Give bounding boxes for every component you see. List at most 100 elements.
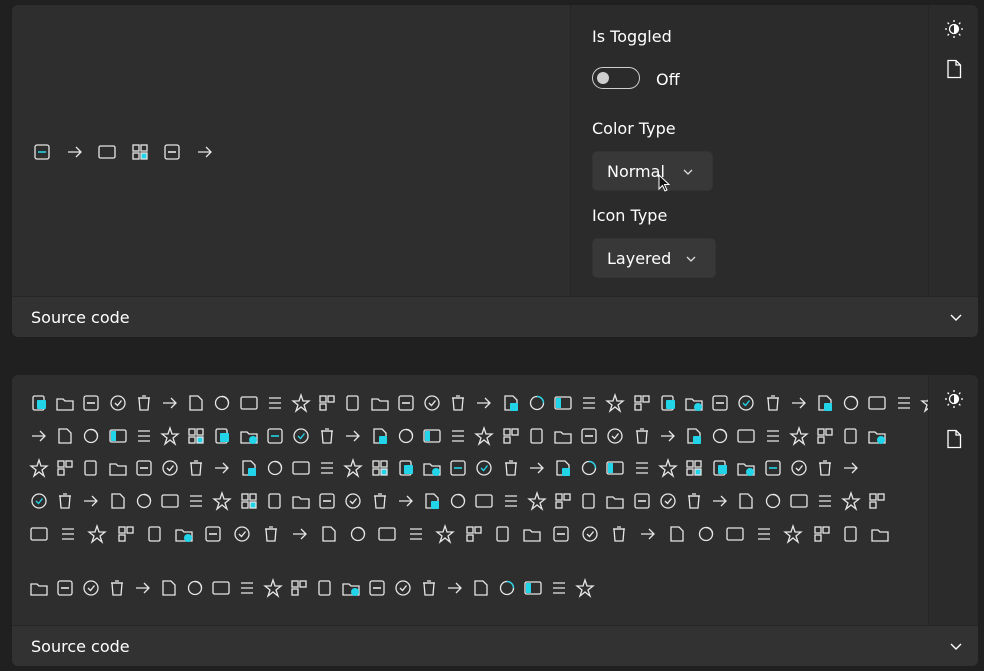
fill-top-icon xyxy=(549,578,569,598)
source-code-expander[interactable]: Source code xyxy=(12,625,978,666)
folder-add-icon xyxy=(396,458,416,478)
icon-type-value: Layered xyxy=(607,249,672,268)
target-icon xyxy=(815,426,835,446)
plus-circle-icon xyxy=(291,458,311,478)
example-preview xyxy=(12,5,570,297)
mouse-cursor-icon xyxy=(658,174,670,192)
source-code-label: Source code xyxy=(31,637,130,656)
window-blank-icon xyxy=(317,491,337,511)
commit-icon xyxy=(788,426,809,446)
pictures-icon xyxy=(667,524,687,544)
example-card-2: Source code xyxy=(11,374,979,667)
filter-icon xyxy=(160,458,180,478)
card-toolbar xyxy=(928,375,978,626)
language-icon xyxy=(579,491,599,511)
arrow-right-icon xyxy=(265,393,285,413)
folder-move-icon xyxy=(55,393,75,413)
block-icon xyxy=(393,578,413,598)
pin-icon xyxy=(894,393,914,413)
arrow-left-icon xyxy=(317,393,337,413)
check-circle-icon xyxy=(160,393,180,413)
window-share-icon xyxy=(579,458,599,478)
paint-bucket-icon xyxy=(370,491,390,511)
view-source-button[interactable] xyxy=(942,57,966,81)
chevron-down-icon xyxy=(686,256,696,262)
image-frame-icon xyxy=(696,524,716,544)
caret-box-icon xyxy=(211,578,231,598)
columns-icon xyxy=(29,578,49,598)
hatched-icon xyxy=(684,491,704,511)
color-type-label: Color Type xyxy=(592,119,676,138)
github-icon xyxy=(522,524,542,544)
bin-restore-icon xyxy=(658,393,678,413)
book-open-icon xyxy=(435,524,455,544)
brush-icon xyxy=(396,491,416,511)
toggle-label: Is Toggled xyxy=(592,27,672,46)
terminal-arrow-icon xyxy=(501,458,521,478)
signature-icon xyxy=(81,491,101,511)
color-type-combobox[interactable]: Normal xyxy=(592,151,713,191)
folder-icon xyxy=(81,393,101,413)
terminal-icon xyxy=(448,458,468,478)
share-icon xyxy=(195,142,215,162)
picture-frame-icon xyxy=(638,524,658,544)
toggle-state-text: Off xyxy=(656,70,680,89)
refresh-small-icon xyxy=(448,393,468,413)
file-add-icon xyxy=(317,458,337,478)
view-source-button[interactable] xyxy=(942,427,966,451)
panel-close-icon xyxy=(763,458,783,478)
slash-box-icon xyxy=(501,491,521,511)
icon-type-combobox[interactable]: Layered xyxy=(592,238,716,278)
book-edit-icon xyxy=(448,491,468,511)
folder-sync-icon xyxy=(370,426,390,446)
open-with-icon xyxy=(29,393,49,413)
boxes-icon xyxy=(609,524,629,544)
network-icon xyxy=(203,524,223,544)
link-icon xyxy=(239,426,259,446)
pin-off-icon xyxy=(684,426,704,446)
fill-left-icon xyxy=(497,578,517,598)
rename-icon xyxy=(605,393,626,413)
sync-cyan-icon xyxy=(341,578,361,598)
panel-dual-icon xyxy=(710,458,730,478)
star-add-icon xyxy=(632,426,652,446)
window-check-icon xyxy=(29,491,49,511)
open-in-new-icon xyxy=(55,491,75,511)
git-warning-icon xyxy=(377,524,397,544)
paste-icon xyxy=(527,393,547,413)
theme-toggle-icon xyxy=(945,390,963,408)
text-list-icon xyxy=(841,524,861,544)
corner-icon xyxy=(445,578,465,598)
copy-icon xyxy=(32,142,52,162)
pause-circle-icon xyxy=(186,393,206,413)
plus-box-icon xyxy=(107,578,127,598)
translate-icon xyxy=(493,524,513,544)
checklist-icon xyxy=(815,393,835,413)
window-plus-icon xyxy=(422,458,442,478)
switch-knob xyxy=(597,72,609,84)
help-bubble-icon xyxy=(464,524,484,544)
branch-icon xyxy=(841,426,861,446)
projector-icon xyxy=(239,458,259,478)
theme-toggle-button[interactable] xyxy=(942,17,966,41)
select-all-icon xyxy=(684,393,704,413)
window-share-alt-icon xyxy=(605,458,625,478)
fill-right-icon xyxy=(523,578,543,598)
split-icon xyxy=(419,578,439,598)
list-checkbox-icon xyxy=(754,524,774,544)
exclamation-box-icon xyxy=(159,578,179,598)
copy-pages-icon xyxy=(239,491,259,511)
align-right-icon xyxy=(232,524,252,544)
upload-icon xyxy=(736,426,756,446)
is-toggled-switch[interactable] xyxy=(592,67,640,89)
branch-add-icon xyxy=(867,426,887,446)
source-code-expander[interactable]: Source code xyxy=(12,296,978,337)
options-panel: Is Toggled Off Color Type Normal Icon Ty… xyxy=(570,5,929,297)
theme-toggle-button[interactable] xyxy=(942,387,966,411)
chevron-down-icon xyxy=(950,643,962,650)
example-card-1: Is Toggled Off Color Type Normal Icon Ty… xyxy=(11,4,979,338)
folder-icon xyxy=(160,426,180,446)
document-lines-icon xyxy=(789,458,809,478)
file-share-icon xyxy=(553,458,573,478)
chevron-down-icon xyxy=(683,169,693,175)
